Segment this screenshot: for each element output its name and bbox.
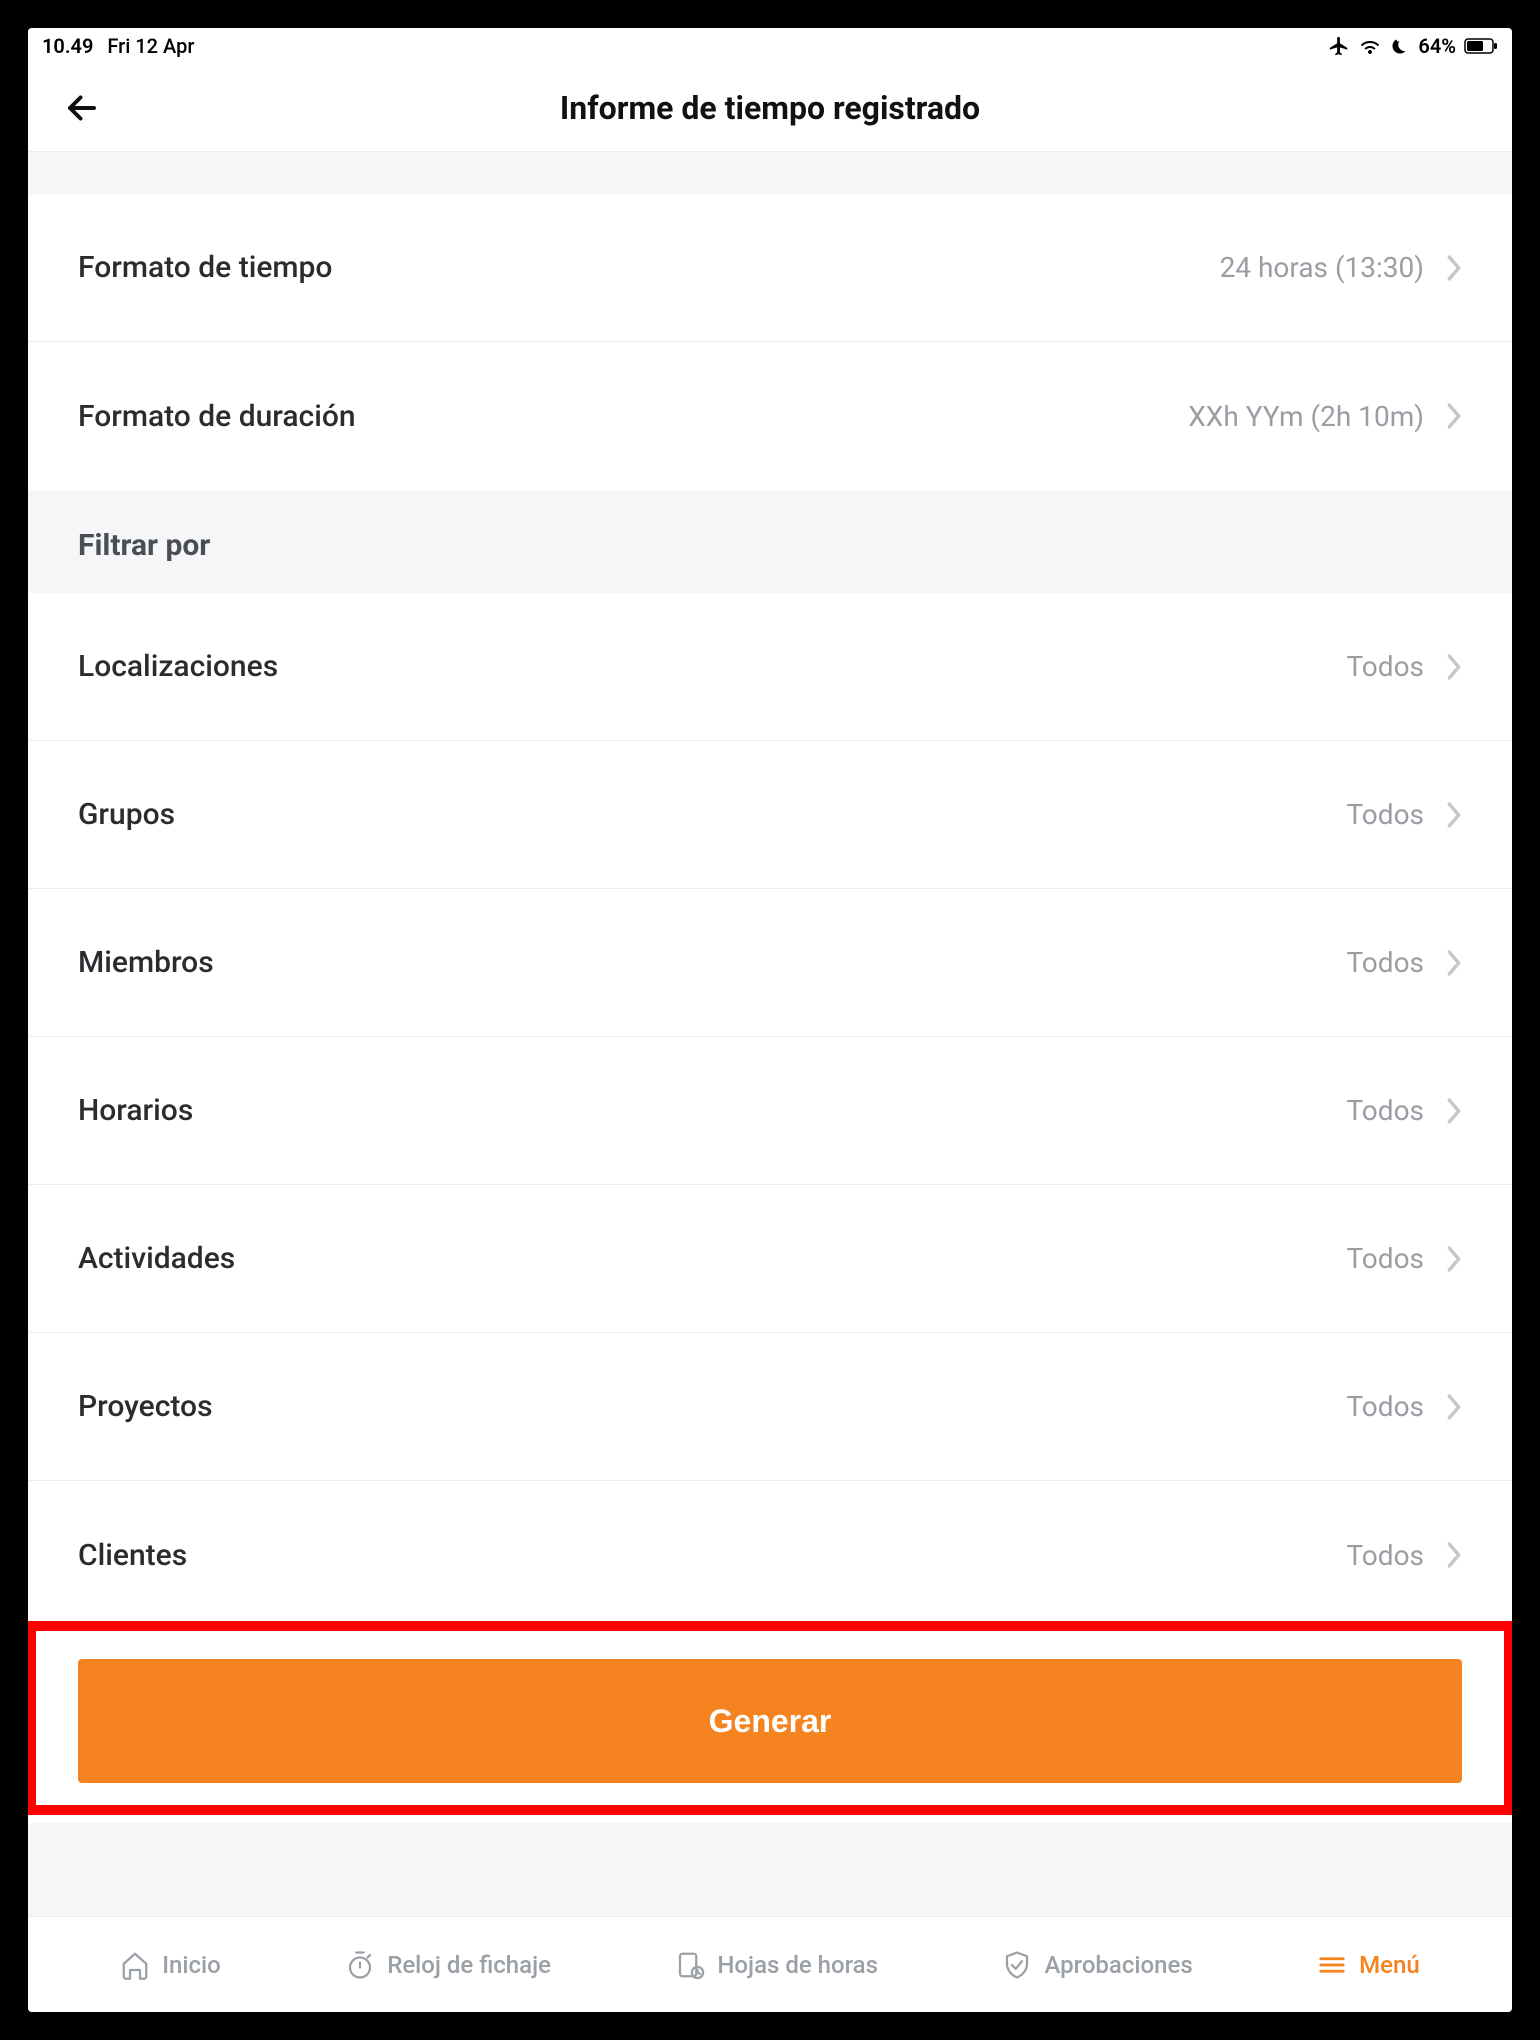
row-right: Todos: [1346, 650, 1462, 683]
status-right: 64%: [1328, 34, 1498, 58]
chevron-right-icon: [1446, 949, 1462, 977]
row-right: Todos: [1346, 1094, 1462, 1127]
chevron-right-icon: [1446, 1245, 1462, 1273]
members-row[interactable]: Miembros Todos: [28, 889, 1512, 1037]
row-label: Miembros: [78, 945, 214, 980]
row-value: Todos: [1346, 1390, 1424, 1423]
tab-timeclock[interactable]: Reloj de fichaje: [345, 1950, 551, 1980]
battery-percent: 64%: [1418, 34, 1456, 58]
tab-label: Inicio: [162, 1951, 221, 1979]
status-date: Fri 12 Apr: [107, 34, 194, 58]
tab-bar: Inicio Reloj de fichaje Hojas de horas Apro…: [28, 1916, 1512, 2012]
row-value: Todos: [1346, 1242, 1424, 1275]
chevron-right-icon: [1446, 1097, 1462, 1125]
groups-row[interactable]: Grupos Todos: [28, 741, 1512, 889]
tab-menu[interactable]: Menú: [1317, 1950, 1420, 1980]
row-label: Proyectos: [78, 1389, 213, 1424]
row-value: XXh YYm (2h 10m): [1188, 400, 1424, 433]
status-bar: 10.49 Fri 12 Apr 64%: [28, 28, 1512, 64]
projects-row[interactable]: Proyectos Todos: [28, 1333, 1512, 1481]
filter-section-header: Filtrar por: [28, 490, 1512, 593]
tab-label: Hojas de horas: [717, 1951, 878, 1979]
status-left: 10.49 Fri 12 Apr: [42, 34, 194, 58]
duration-format-row[interactable]: Formato de duración XXh YYm (2h 10m): [28, 342, 1512, 490]
row-right: XXh YYm (2h 10m): [1188, 400, 1462, 433]
page-title: Informe de tiempo registrado: [28, 89, 1512, 127]
chevron-right-icon: [1446, 653, 1462, 681]
row-right: Todos: [1346, 1390, 1462, 1423]
moon-icon: [1390, 36, 1410, 56]
stopwatch-icon: [345, 1950, 375, 1980]
row-right: Todos: [1346, 1539, 1462, 1572]
chevron-right-icon: [1446, 801, 1462, 829]
row-value: Todos: [1346, 946, 1424, 979]
tab-home[interactable]: Inicio: [120, 1950, 221, 1980]
row-value: Todos: [1346, 798, 1424, 831]
chevron-right-icon: [1446, 1393, 1462, 1421]
wifi-icon: [1358, 36, 1382, 56]
activities-row[interactable]: Actividades Todos: [28, 1185, 1512, 1333]
locations-row[interactable]: Localizaciones Todos: [28, 593, 1512, 741]
airplane-icon: [1328, 35, 1350, 57]
row-value: 24 horas (13:30): [1220, 251, 1424, 284]
schedules-row[interactable]: Horarios Todos: [28, 1037, 1512, 1185]
arrow-left-icon: [64, 90, 100, 126]
row-right: 24 horas (13:30): [1220, 251, 1462, 284]
tab-approvals[interactable]: Aprobaciones: [1002, 1950, 1192, 1980]
row-label: Horarios: [78, 1093, 193, 1128]
row-label: Localizaciones: [78, 649, 278, 684]
row-right: Todos: [1346, 1242, 1462, 1275]
row-right: Todos: [1346, 946, 1462, 979]
tab-label: Aprobaciones: [1044, 1951, 1192, 1979]
status-time: 10.49: [42, 34, 93, 58]
row-label: Actividades: [78, 1241, 235, 1276]
time-format-row[interactable]: Formato de tiempo 24 horas (13:30): [28, 194, 1512, 342]
row-label: Clientes: [78, 1538, 187, 1573]
spacer: [28, 152, 1512, 194]
chevron-right-icon: [1446, 402, 1462, 430]
shield-check-icon: [1002, 1950, 1032, 1980]
home-icon: [120, 1950, 150, 1980]
tab-label: Reloj de fichaje: [387, 1951, 551, 1979]
row-label: Formato de duración: [78, 399, 356, 434]
generate-button[interactable]: Generar: [78, 1659, 1462, 1783]
screen: 10.49 Fri 12 Apr 64%: [28, 28, 1512, 2012]
tab-timesheets[interactable]: Hojas de horas: [675, 1950, 878, 1980]
timesheet-icon: [675, 1950, 705, 1980]
device-frame: 10.49 Fri 12 Apr 64%: [0, 0, 1540, 2040]
app-header: Informe de tiempo registrado: [28, 64, 1512, 152]
battery-icon: [1464, 38, 1498, 54]
row-label: Grupos: [78, 797, 175, 832]
content-area: Formato de tiempo24 horas (13:30)Formato…: [28, 152, 1512, 1916]
back-button[interactable]: [58, 84, 106, 132]
tab-label: Menú: [1359, 1951, 1420, 1979]
row-value: Todos: [1346, 1094, 1424, 1127]
menu-icon: [1317, 1950, 1347, 1980]
row-right: Todos: [1346, 798, 1462, 831]
clients-row[interactable]: Clientes Todos: [28, 1481, 1512, 1629]
chevron-right-icon: [1446, 1541, 1462, 1569]
row-value: Todos: [1346, 650, 1424, 683]
chevron-right-icon: [1446, 254, 1462, 282]
row-value: Todos: [1346, 1539, 1424, 1572]
row-label: Formato de tiempo: [78, 250, 332, 285]
generate-section: Generar: [28, 1629, 1512, 1823]
